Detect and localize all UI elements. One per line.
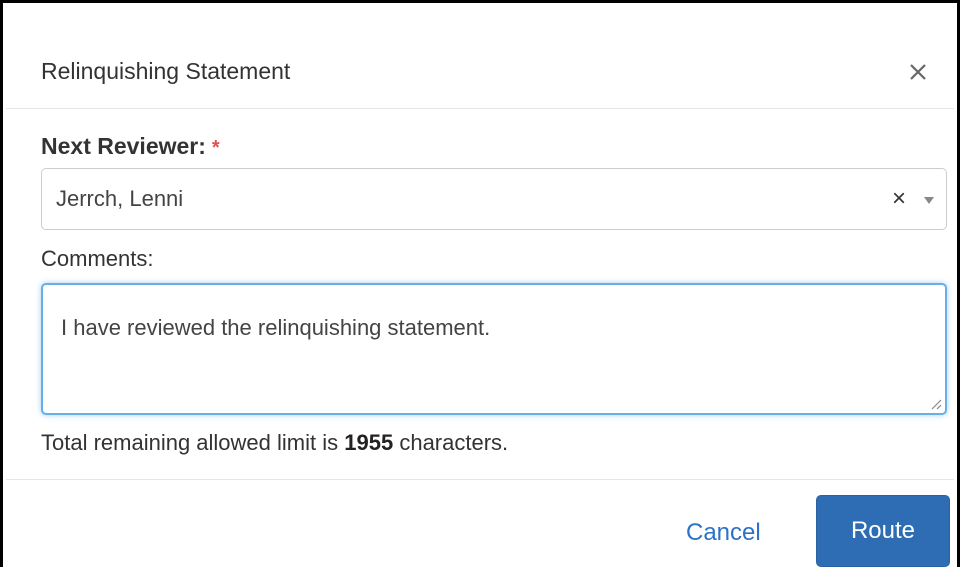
dialog: Relinquishing Statement Next Reviewer: * … [0, 0, 960, 567]
cancel-button[interactable]: Cancel [686, 519, 761, 547]
next-reviewer-selected-value: Jerrch, Lenni [56, 186, 184, 211]
clear-selection-button[interactable]: × [892, 183, 906, 215]
limit-prefix: Total remaining allowed limit is [41, 430, 339, 455]
comments-text: I have reviewed the relinquishing statem… [61, 315, 491, 340]
required-marker: * [211, 137, 220, 159]
resize-handle-icon[interactable] [928, 396, 942, 410]
close-button[interactable] [902, 56, 934, 88]
close-icon [910, 64, 926, 80]
next-reviewer-select[interactable]: Jerrch, Lenni × [41, 168, 947, 230]
next-reviewer-label: Next Reviewer: * [41, 133, 220, 160]
comments-textarea[interactable]: I have reviewed the relinquishing statem… [41, 283, 947, 415]
limit-count: 1955 [344, 430, 394, 455]
dialog-footer: Cancel Route [6, 479, 954, 571]
dialog-title: Relinquishing Statement [41, 58, 291, 84]
character-limit-text: Total remaining allowed limit is 1955 ch… [41, 430, 508, 456]
comments-label: Comments: [41, 246, 154, 271]
route-button[interactable]: Route [816, 495, 950, 567]
dialog-header: Relinquishing Statement [6, 6, 954, 109]
chevron-down-icon[interactable] [924, 197, 934, 204]
limit-suffix: characters. [399, 430, 509, 455]
next-reviewer-label-text: Next Reviewer: [41, 133, 206, 159]
